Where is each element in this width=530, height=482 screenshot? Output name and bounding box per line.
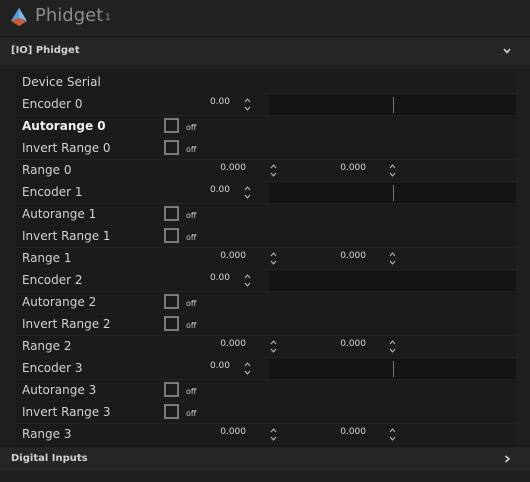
range-0-min-value[interactable]: 0.000 (192, 163, 246, 173)
range-3-max-spinner-icon[interactable] (389, 427, 396, 442)
device-serial-row: Device Serial (16, 72, 516, 94)
autorange-2-label: Autorange 2 (22, 295, 97, 309)
range-0-min-spinner-icon[interactable] (270, 163, 277, 178)
invert-range-3-state: off (186, 409, 197, 418)
range-2-min-value[interactable]: 0.000 (192, 339, 246, 349)
encoder-2-row: Encoder 2 0.00 (16, 270, 516, 292)
invert-range-0-label: Invert Range 0 (22, 141, 111, 155)
autorange-2-row: Autorange 2 off (16, 292, 516, 314)
invert-range-0-checkbox[interactable] (164, 140, 179, 155)
invert-range-0-state: off (186, 145, 197, 154)
invert-range-3-row: Invert Range 3 off (16, 402, 516, 424)
invert-range-2-checkbox[interactable] (164, 316, 179, 331)
autorange-2-state: off (186, 299, 197, 308)
encoder-0-value[interactable]: 0.00 (192, 97, 230, 107)
range-3-label: Range 3 (22, 427, 72, 441)
encoder-3-row: Encoder 3 0.00 (16, 358, 516, 380)
invert-range-0-row: Invert Range 0 off (16, 138, 516, 160)
section-title: [IO] Phidget (11, 45, 80, 56)
app-title: Phidget (35, 5, 104, 26)
encoder-0-label: Encoder 0 (22, 97, 83, 111)
autorange-0-row: Autorange 0 off (16, 116, 516, 138)
invert-range-3-label: Invert Range 3 (22, 405, 111, 419)
invert-range-2-row: Invert Range 2 off (16, 314, 516, 336)
autorange-0-label: Autorange 0 (22, 119, 106, 133)
range-1-max-value[interactable]: 0.000 (312, 251, 366, 261)
autorange-1-checkbox[interactable] (164, 206, 179, 221)
encoder-1-slider-marker[interactable] (393, 185, 394, 201)
encoder-0-spinner-icon[interactable] (244, 97, 251, 112)
instance-count: 1 (105, 13, 111, 23)
encoder-2-label: Encoder 2 (22, 273, 83, 287)
range-0-row: Range 0 0.000 0.000 (16, 160, 516, 182)
range-3-max-value[interactable]: 0.000 (312, 427, 366, 437)
device-serial-field[interactable] (166, 73, 516, 93)
autorange-0-checkbox[interactable] (164, 118, 179, 133)
invert-range-1-state: off (186, 233, 197, 242)
invert-range-2-label: Invert Range 2 (22, 317, 111, 331)
chevron-down-icon[interactable] (502, 46, 512, 56)
range-2-min-spinner-icon[interactable] (270, 339, 277, 354)
io-phidget-section-header[interactable]: [IO] Phidget (0, 37, 530, 65)
phidget-logo-icon (11, 8, 27, 26)
range-1-max-spinner-icon[interactable] (389, 251, 396, 266)
section-title: Digital Inputs (11, 453, 88, 464)
app-header: Phidget 1 (0, 0, 530, 36)
range-1-min-value[interactable]: 0.000 (192, 251, 246, 261)
encoder-1-value[interactable]: 0.00 (192, 185, 230, 195)
encoder-2-spinner-icon[interactable] (244, 273, 251, 288)
autorange-3-state: off (186, 387, 197, 396)
autorange-3-row: Autorange 3 off (16, 380, 516, 402)
encoder-3-spinner-icon[interactable] (244, 361, 251, 376)
invert-range-2-state: off (186, 321, 197, 330)
autorange-1-label: Autorange 1 (22, 207, 97, 221)
encoder-1-slider[interactable] (270, 183, 516, 203)
encoder-2-value[interactable]: 0.00 (192, 273, 230, 283)
autorange-2-checkbox[interactable] (164, 294, 179, 309)
encoder-1-spinner-icon[interactable] (244, 185, 251, 200)
autorange-1-state: off (186, 211, 197, 220)
range-3-min-spinner-icon[interactable] (270, 427, 277, 442)
range-1-label: Range 1 (22, 251, 72, 265)
range-2-max-spinner-icon[interactable] (389, 339, 396, 354)
invert-range-1-label: Invert Range 1 (22, 229, 111, 243)
range-0-max-value[interactable]: 0.000 (312, 163, 366, 173)
digital-inputs-section-header[interactable]: Digital Inputs (0, 447, 530, 471)
encoder-2-slider[interactable] (270, 271, 516, 291)
range-2-row: Range 2 0.000 0.000 (16, 336, 516, 358)
encoder-1-label: Encoder 1 (22, 185, 83, 199)
range-0-label: Range 0 (22, 163, 72, 177)
range-1-row: Range 1 0.000 0.000 (16, 248, 516, 270)
autorange-3-label: Autorange 3 (22, 383, 97, 397)
chevron-right-icon[interactable] (502, 454, 512, 464)
encoder-3-value[interactable]: 0.00 (192, 361, 230, 371)
encoder-3-label: Encoder 3 (22, 361, 83, 375)
encoder-0-row: Encoder 0 0.00 (16, 94, 516, 116)
encoder-1-row: Encoder 1 0.00 (16, 182, 516, 204)
encoder-0-slider-marker[interactable] (393, 97, 394, 113)
invert-range-3-checkbox[interactable] (164, 404, 179, 419)
range-3-min-value[interactable]: 0.000 (192, 427, 246, 437)
device-serial-label: Device Serial (22, 75, 101, 89)
invert-range-1-checkbox[interactable] (164, 228, 179, 243)
autorange-3-checkbox[interactable] (164, 382, 179, 397)
range-2-max-value[interactable]: 0.000 (312, 339, 366, 349)
encoder-0-slider[interactable] (270, 95, 516, 115)
range-3-row: Range 3 0.000 0.000 (16, 424, 516, 446)
encoder-3-slider-marker[interactable] (393, 361, 394, 377)
range-1-min-spinner-icon[interactable] (270, 251, 277, 266)
range-2-label: Range 2 (22, 339, 72, 353)
encoder-3-slider[interactable] (270, 359, 516, 379)
autorange-0-state: off (186, 123, 197, 132)
range-0-max-spinner-icon[interactable] (389, 163, 396, 178)
invert-range-1-row: Invert Range 1 off (16, 226, 516, 248)
autorange-1-row: Autorange 1 off (16, 204, 516, 226)
